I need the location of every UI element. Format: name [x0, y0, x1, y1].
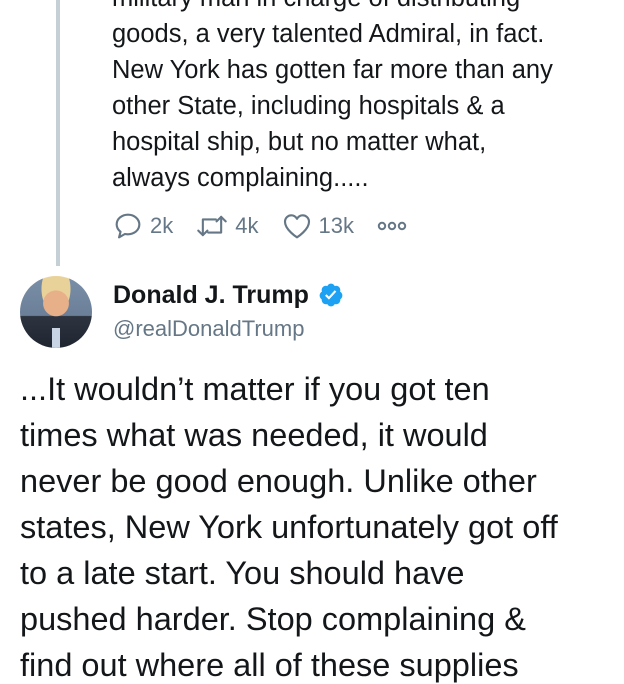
retweet-icon — [197, 215, 228, 237]
reply-count: 2k — [150, 213, 174, 238]
tweet-author: Donald J. Trump @realDonaldTrump — [113, 278, 344, 342]
more-icon — [377, 221, 407, 231]
reply-icon — [115, 213, 141, 239]
tweet-text: ...It wouldn’t matter if you got ten tim… — [20, 371, 558, 683]
author-handle[interactable]: @realDonaldTrump — [113, 316, 344, 342]
author-name-row: Donald J. Trump — [113, 278, 344, 312]
tweet-thread: military man in charge of distributing g… — [0, 0, 624, 684]
tweet-actions: 2k 4k 13k — [112, 208, 430, 244]
reply-button[interactable]: 2k — [112, 210, 173, 242]
retweet-button[interactable]: 4k — [195, 210, 259, 242]
like-count: 13k — [318, 213, 354, 238]
heart-icon — [283, 214, 310, 239]
like-button[interactable]: 13k — [281, 210, 354, 242]
previous-tweet-text: military man in charge of distributing g… — [112, 0, 553, 192]
avatar[interactable] — [20, 276, 92, 348]
more-button[interactable] — [376, 218, 408, 234]
retweet-count: 4k — [235, 213, 259, 238]
thread-connector-line — [56, 0, 60, 266]
verified-badge-icon — [319, 283, 343, 307]
avatar-shirt — [52, 328, 60, 348]
author-name[interactable]: Donald J. Trump — [113, 281, 309, 310]
